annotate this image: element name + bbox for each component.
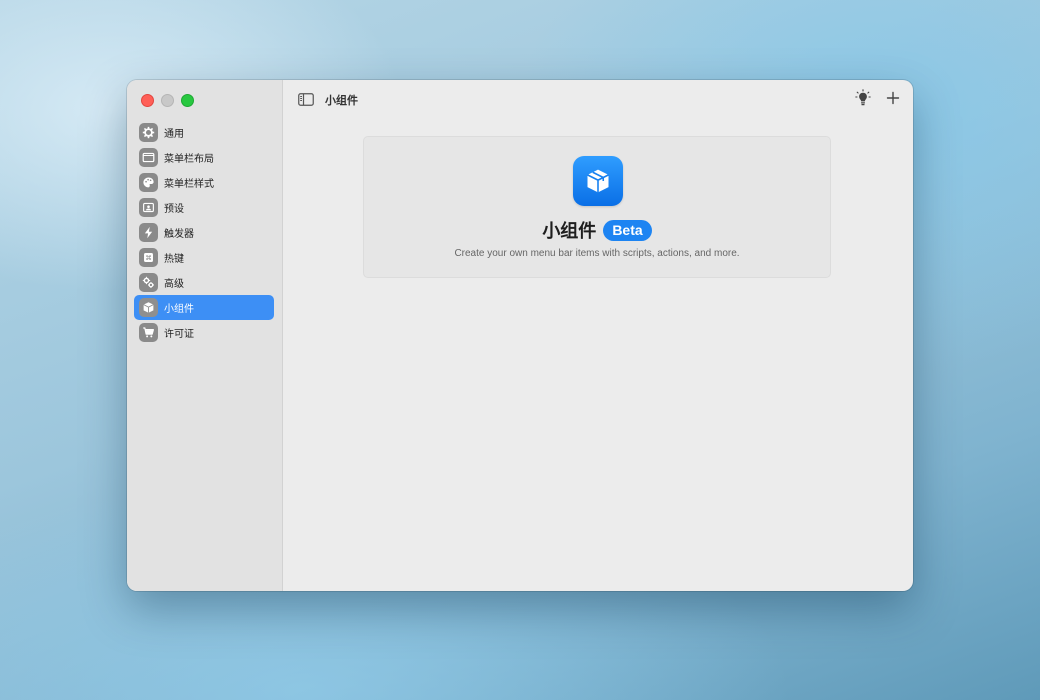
sidebar: 通用 菜单栏布局 菜单栏样式 预设 触发器 ⌘ 热键 高级 小组件 许可证 — [127, 80, 283, 591]
page-title: 小组件 — [325, 94, 358, 107]
command-key-icon: ⌘ — [139, 248, 158, 267]
sidebar-item-label: 预设 — [164, 204, 184, 215]
hero-subtitle: Create your own menu bar items with scri… — [454, 248, 740, 259]
app-window: 通用 菜单栏布局 菜单栏样式 预设 触发器 ⌘ 热键 高级 小组件 许可证 小组… — [127, 80, 913, 591]
hero-title: 小组件 — [542, 221, 597, 242]
sidebar-item-label: 许可证 — [164, 329, 194, 340]
content-area: 小组件 小组件 Beta Create your own menu bar it… — [283, 80, 913, 591]
beta-badge: Beta — [603, 219, 652, 241]
sidebar-item-advanced[interactable]: 高级 — [134, 270, 274, 295]
hero-heading: 小组件 Beta — [364, 217, 830, 243]
sidebar-item-label: 热键 — [164, 254, 184, 265]
sidebar-item-label: 菜单栏布局 — [164, 154, 214, 165]
sidebar-item-triggers[interactable]: 触发器 — [134, 220, 274, 245]
sidebar-toggle-icon[interactable] — [298, 93, 314, 106]
sidebar-item-label: 菜单栏样式 — [164, 179, 214, 190]
sidebar-item-license[interactable]: 许可证 — [134, 320, 274, 345]
lightbulb-icon[interactable] — [855, 89, 871, 107]
sidebar-item-presets[interactable]: 预设 — [134, 195, 274, 220]
cart-icon — [139, 323, 158, 342]
sidebar-item-menubar-layout[interactable]: 菜单栏布局 — [134, 145, 274, 170]
preset-icon — [139, 198, 158, 217]
sidebar-nav: 通用 菜单栏布局 菜单栏样式 预设 触发器 ⌘ 热键 高级 小组件 许可证 — [134, 120, 274, 345]
sidebar-item-label: 触发器 — [164, 229, 194, 240]
window-controls — [141, 94, 194, 107]
sidebar-item-general[interactable]: 通用 — [134, 120, 274, 145]
sidebar-item-label: 通用 — [164, 129, 184, 140]
close-window-button[interactable] — [141, 94, 154, 107]
cube-icon — [139, 298, 158, 317]
bolt-icon — [139, 223, 158, 242]
svg-text:⌘: ⌘ — [145, 254, 152, 262]
sidebar-item-menubar-style[interactable]: 菜单栏样式 — [134, 170, 274, 195]
palette-icon — [139, 173, 158, 192]
menubar-layout-icon — [139, 148, 158, 167]
minimize-window-button[interactable] — [161, 94, 174, 107]
plus-icon[interactable] — [886, 91, 900, 105]
gear-icon — [139, 123, 158, 142]
toolbar: 小组件 — [283, 80, 913, 120]
zoom-window-button[interactable] — [181, 94, 194, 107]
sidebar-item-label: 高级 — [164, 279, 184, 290]
cube-icon — [573, 156, 623, 206]
sidebar-item-widgets[interactable]: 小组件 — [134, 295, 274, 320]
widgets-intro-card: 小组件 Beta Create your own menu bar items … — [363, 136, 831, 278]
sidebar-item-label: 小组件 — [164, 304, 194, 315]
sidebar-item-hotkeys[interactable]: ⌘ 热键 — [134, 245, 274, 270]
gears-icon — [139, 273, 158, 292]
